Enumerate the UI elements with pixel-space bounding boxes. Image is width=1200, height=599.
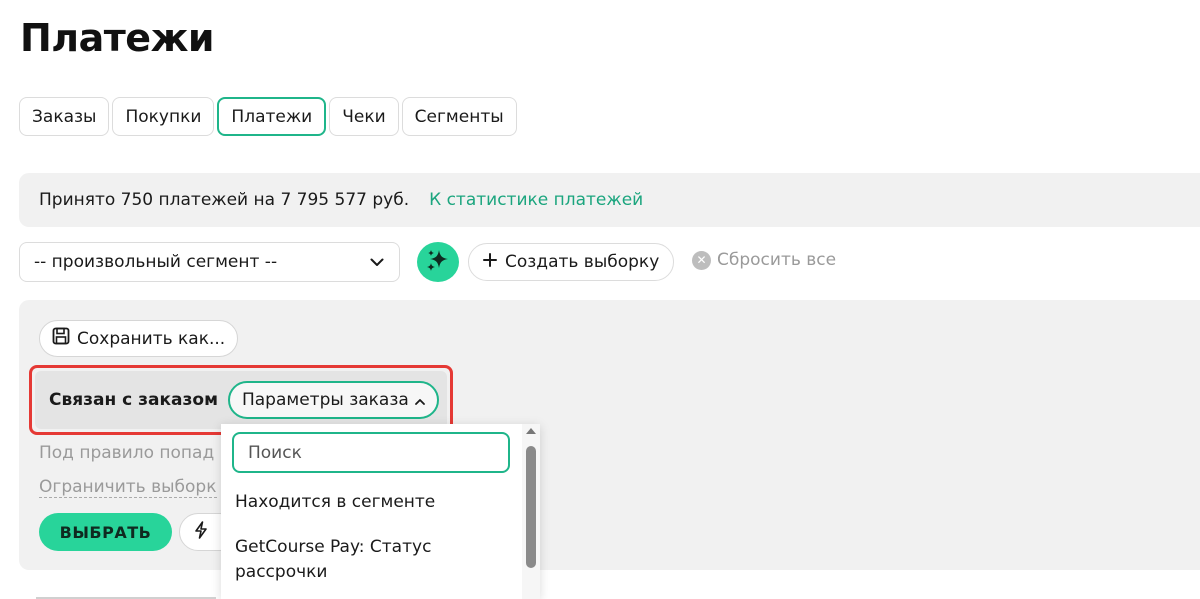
stats-text: Принято 750 платежей на 7 795 577 руб. bbox=[39, 190, 410, 210]
chevron-down-icon bbox=[369, 254, 385, 270]
sparkle-icon bbox=[425, 247, 451, 277]
scrollbar-thumb[interactable] bbox=[526, 446, 536, 568]
stats-bar: Принято 750 платежей на 7 795 577 руб. К… bbox=[19, 173, 1200, 227]
tab-purchases[interactable]: Покупки bbox=[112, 97, 215, 136]
tab-orders[interactable]: Заказы bbox=[19, 97, 110, 136]
segment-select-value: -- произвольный сегмент -- bbox=[34, 252, 278, 272]
ai-sparkle-button[interactable] bbox=[417, 242, 459, 282]
order-params-dropdown: Находится в сегменте GetCourse Pay: Стат… bbox=[221, 424, 540, 599]
lightning-icon bbox=[194, 521, 208, 543]
save-as-label: Сохранить как... bbox=[77, 328, 226, 349]
segment-select[interactable]: -- произвольный сегмент -- bbox=[19, 242, 400, 282]
dropdown-item-in-segment[interactable]: Находится в сегменте bbox=[235, 490, 515, 515]
filter-panel: Сохранить как... Связан с заказом Параме… bbox=[19, 300, 1200, 570]
save-as-button[interactable]: Сохранить как... bbox=[39, 320, 239, 357]
reset-all-button[interactable]: ✕ Сбросить все bbox=[692, 250, 836, 270]
close-icon: ✕ bbox=[692, 250, 711, 270]
stats-link[interactable]: К статистике платежей bbox=[429, 190, 643, 210]
dropdown-scrollbar[interactable] bbox=[522, 424, 540, 599]
tab-receipts[interactable]: Чеки bbox=[329, 97, 399, 136]
rule-hint-text: Под правило попад bbox=[39, 443, 215, 463]
select-button[interactable]: ВЫБРАТЬ bbox=[39, 513, 172, 551]
plus-icon bbox=[483, 252, 497, 272]
floppy-disk-icon bbox=[52, 327, 70, 350]
tab-segments[interactable]: Сегменты bbox=[401, 97, 517, 136]
create-selection-label: Создать выборку bbox=[505, 252, 660, 272]
dropdown-search-input[interactable] bbox=[232, 432, 510, 473]
tabs: Заказы Покупки Платежи Чеки Сегменты bbox=[19, 97, 517, 136]
limit-selection-link[interactable]: Ограничить выборк bbox=[39, 477, 217, 498]
tab-payments[interactable]: Платежи bbox=[217, 97, 327, 136]
scroll-up-arrow-icon[interactable] bbox=[526, 428, 536, 434]
reset-all-label: Сбросить все bbox=[717, 250, 837, 270]
page-title: Платежи bbox=[20, 16, 215, 60]
dropdown-item-installment-status[interactable]: GetCourse Pay: Статус рассрочки bbox=[235, 535, 515, 585]
create-selection-button[interactable]: Создать выборку bbox=[468, 243, 675, 281]
